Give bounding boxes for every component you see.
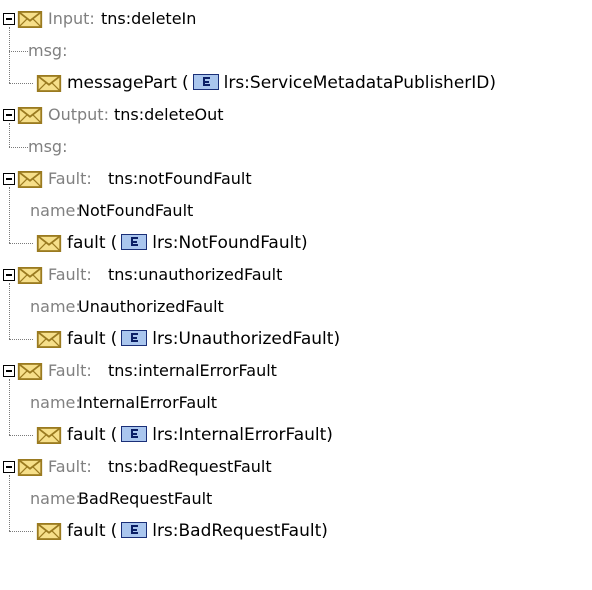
part-type: lrs:InternalErrorFault [152, 425, 327, 445]
envelope-icon [36, 331, 62, 348]
fault-node: Fault: tns:unauthorizedFault [0, 259, 592, 291]
msg-label: msg: [28, 41, 68, 60]
message-part[interactable]: fault( lrs:NotFoundFault) [67, 227, 308, 259]
part-type: lrs:NotFoundFault [152, 233, 302, 253]
element-type-icon [121, 426, 148, 442]
envelope-icon [17, 11, 43, 28]
message-part[interactable]: fault( lrs:InternalErrorFault) [67, 419, 333, 451]
input-node: Input: tns:deleteIn [0, 3, 592, 35]
fault-node: Fault: tns:internalErrorFault [0, 355, 592, 387]
part-open-paren: ( [110, 425, 118, 445]
fault-name-label: name: [30, 393, 81, 412]
fault-name-value: InternalErrorFault [78, 393, 218, 412]
envelope-icon [17, 171, 43, 188]
part-name: fault [67, 521, 106, 541]
input-message-part-row: messagePart( lrs:ServiceMetadataPublisher… [0, 67, 592, 99]
part-type: lrs:UnauthorizedFault [152, 329, 334, 349]
node-qname: tns:badRequestFault [108, 457, 272, 476]
collapse-toggle-icon[interactable] [3, 461, 15, 473]
part-close-paren: ) [321, 521, 328, 541]
part-open-paren: ( [110, 233, 118, 253]
node-kind-label: Output: [48, 105, 109, 124]
input-msg-row: msg: [0, 35, 592, 67]
collapse-toggle-icon[interactable] [3, 269, 15, 281]
fault-name-label: name: [30, 201, 81, 220]
envelope-icon [17, 363, 43, 380]
node-qname: tns:deleteIn [101, 9, 197, 28]
element-type-icon [121, 330, 148, 346]
node-kind-label: Fault: [48, 361, 92, 380]
fault-part-row: fault( lrs:UnauthorizedFault) [0, 323, 592, 355]
fault-name-value: BadRequestFault [78, 489, 213, 508]
collapse-toggle-icon[interactable] [3, 13, 15, 25]
part-open-paren: ( [110, 521, 118, 541]
node-kind-label: Fault: [48, 457, 92, 476]
node-kind-label: Input: [48, 9, 95, 28]
part-name: messagePart [67, 73, 177, 93]
element-type-icon [121, 522, 148, 538]
fault-part-row: fault( lrs:BadRequestFault) [0, 515, 592, 547]
fault-name-row: name: NotFoundFault [0, 195, 592, 227]
output-node: Output: tns:deleteOut [0, 99, 592, 131]
node-kind-label: Fault: [48, 169, 92, 188]
collapse-toggle-icon[interactable] [3, 365, 15, 377]
fault-part-row: fault( lrs:InternalErrorFault) [0, 419, 592, 451]
node-qname: tns:deleteOut [114, 105, 224, 124]
msg-label: msg: [28, 137, 68, 156]
fault-name-row: name: UnauthorizedFault [0, 291, 592, 323]
envelope-icon [17, 267, 43, 284]
envelope-icon [36, 427, 62, 444]
collapse-toggle-icon[interactable] [3, 109, 15, 121]
fault-node: Fault: tns:notFoundFault [0, 163, 592, 195]
fault-name-value: NotFoundFault [78, 201, 194, 220]
envelope-icon [36, 235, 62, 252]
fault-name-row: name: InternalErrorFault [0, 387, 592, 419]
message-part[interactable]: messagePart( lrs:ServiceMetadataPublisher… [67, 67, 496, 99]
part-name: fault [67, 233, 106, 253]
part-name: fault [67, 425, 106, 445]
part-type: lrs:BadRequestFault [152, 521, 322, 541]
envelope-icon [17, 107, 43, 124]
node-qname: tns:notFoundFault [108, 169, 252, 188]
fault-name-row: name: BadRequestFault [0, 483, 592, 515]
message-part[interactable]: fault( lrs:UnauthorizedFault) [67, 323, 340, 355]
node-kind-label: Fault: [48, 265, 92, 284]
collapse-toggle-icon[interactable] [3, 173, 15, 185]
part-open-paren: ( [181, 73, 189, 93]
part-type: lrs:ServiceMetadataPublisherID [223, 73, 490, 93]
element-type-icon [192, 74, 219, 90]
part-close-paren: ) [326, 425, 333, 445]
part-close-paren: ) [489, 73, 497, 93]
fault-name-value: UnauthorizedFault [78, 297, 224, 316]
part-open-paren: ( [110, 329, 118, 349]
envelope-icon [17, 459, 43, 476]
part-close-paren: ) [301, 233, 308, 253]
fault-name-label: name: [30, 297, 81, 316]
message-part[interactable]: fault( lrs:BadRequestFault) [67, 515, 328, 547]
node-qname: tns:internalErrorFault [108, 361, 277, 380]
fault-part-row: fault( lrs:NotFoundFault) [0, 227, 592, 259]
fault-name-label: name: [30, 489, 81, 508]
wsdl-operation-tree: Input: tns:deleteIn msg: messagePart(lrs:Se… [0, 0, 592, 590]
envelope-icon [36, 75, 62, 92]
part-name: fault [67, 329, 106, 349]
part-close-paren: ) [333, 329, 341, 349]
output-msg-row: msg: [0, 131, 592, 163]
element-type-icon [121, 234, 148, 250]
envelope-icon [36, 523, 62, 540]
fault-node: Fault: tns:badRequestFault [0, 451, 592, 483]
node-qname: tns:unauthorizedFault [108, 265, 283, 284]
